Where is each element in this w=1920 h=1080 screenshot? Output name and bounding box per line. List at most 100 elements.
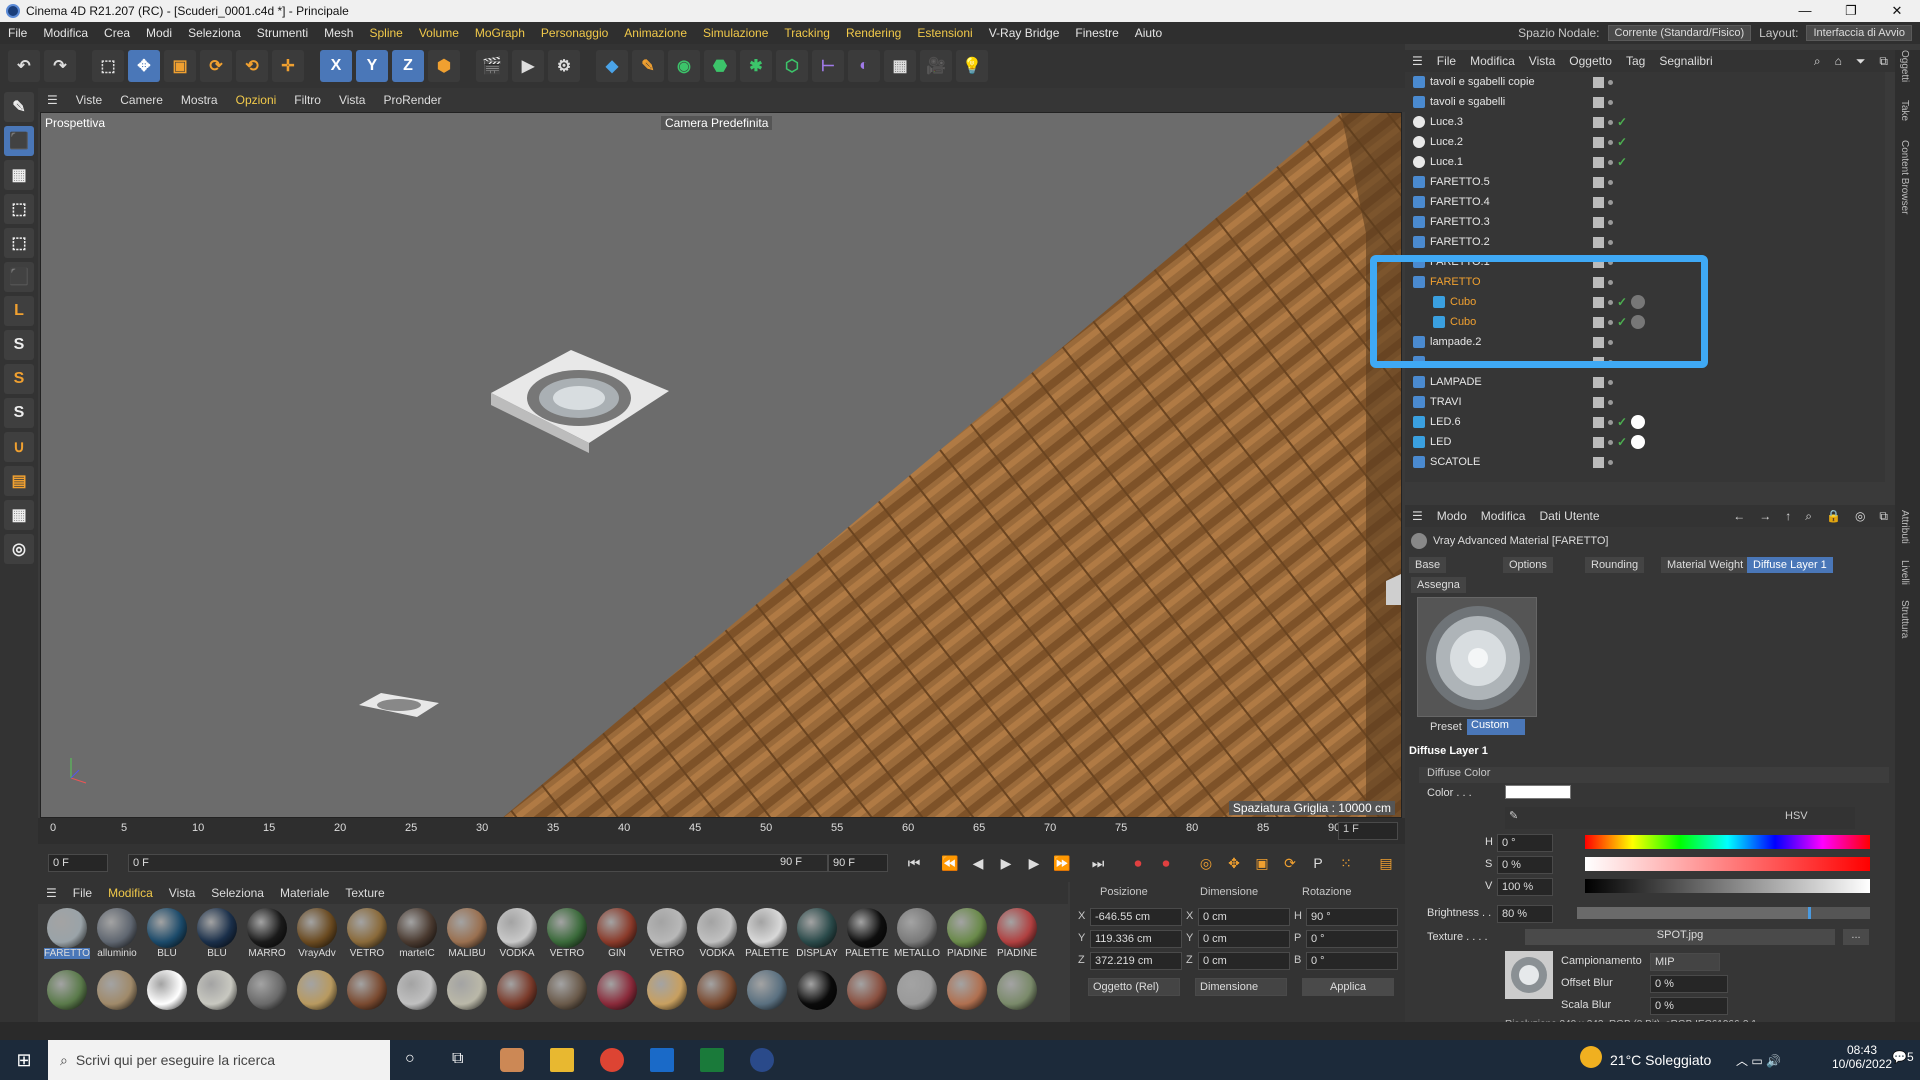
brightness-slider[interactable] xyxy=(1577,907,1870,919)
object-menu-segnalibri[interactable]: Segnalibri xyxy=(1652,54,1719,68)
taskbar-search-box[interactable]: ⌕ Scrivi qui per eseguire la ricerca xyxy=(48,1040,390,1080)
material-swatch[interactable] xyxy=(844,970,890,1026)
new-window-icon[interactable]: ⧉ xyxy=(1872,509,1895,524)
layer-icon[interactable] xyxy=(1593,136,1604,148)
extrude-icon[interactable]: ⬣ xyxy=(704,50,736,82)
filter-icon[interactable]: ⏷ xyxy=(1849,54,1873,69)
menu-modifica[interactable]: Modifica xyxy=(35,26,96,40)
object-row[interactable]: LAMPADE xyxy=(1405,372,1885,392)
attribute-menu-dati-utente[interactable]: Dati Utente xyxy=(1532,509,1606,523)
coordinate-system-icon[interactable]: ⬢ xyxy=(428,50,460,82)
previous-frame-icon[interactable]: ◀ xyxy=(968,853,988,873)
solo-off-icon[interactable]: S xyxy=(4,398,34,428)
value-slider[interactable] xyxy=(1585,879,1870,893)
material-swatch[interactable]: MARRO xyxy=(244,908,290,964)
viewport-menu-viste[interactable]: Viste xyxy=(67,93,111,107)
menu-estensioni[interactable]: Estensioni xyxy=(909,26,980,40)
material-swatch[interactable] xyxy=(594,970,640,1026)
layer-icon[interactable] xyxy=(1593,96,1604,108)
diffuse-color-group[interactable]: Diffuse Color xyxy=(1419,767,1889,783)
material-swatch[interactable] xyxy=(994,970,1040,1026)
tab-base[interactable]: Base xyxy=(1409,557,1447,573)
subdivision-icon[interactable]: ◉ xyxy=(668,50,700,82)
menu-simulazione[interactable]: Simulazione xyxy=(695,26,776,40)
light-icon[interactable]: 💡 xyxy=(956,50,988,82)
enabled-check-icon[interactable]: ✓ xyxy=(1617,135,1627,149)
object-row[interactable]: TRAVI xyxy=(1405,392,1885,412)
h-field[interactable]: 0 ° xyxy=(1497,834,1553,852)
add-tool-icon[interactable]: ✛ xyxy=(272,50,304,82)
next-frame-icon[interactable]: ▶ xyxy=(1024,853,1044,873)
layer-icon[interactable] xyxy=(1593,396,1604,408)
field-icon[interactable]: ⊢ xyxy=(812,50,844,82)
material-swatch[interactable]: marteIC xyxy=(394,908,440,964)
material-swatch[interactable]: DISPLAY xyxy=(794,908,840,964)
chrome-icon[interactable] xyxy=(600,1048,624,1072)
minimize-button[interactable]: — xyxy=(1782,0,1828,22)
attribute-menu-modo[interactable]: Modo xyxy=(1430,509,1474,523)
object-row[interactable]: SCATOLE xyxy=(1405,452,1885,472)
material-swatch[interactable]: VETRO xyxy=(544,908,590,964)
object-menu-icon[interactable]: ☰ xyxy=(1405,54,1430,68)
material-swatch[interactable] xyxy=(444,970,490,1026)
object-row[interactable]: FARETTO.4 xyxy=(1405,192,1885,212)
undo-icon[interactable]: ↶ xyxy=(8,50,40,82)
material-swatch[interactable] xyxy=(544,970,590,1026)
side-tab-content-browser[interactable]: Content Browser xyxy=(1899,140,1910,214)
visibility-dot[interactable] xyxy=(1608,419,1613,425)
texture-file-button[interactable]: SPOT.jpg xyxy=(1525,929,1835,945)
viewport-menu-mostra[interactable]: Mostra xyxy=(172,93,227,107)
object-row[interactable]: FARETTO.5 xyxy=(1405,172,1885,192)
layer-icon[interactable] xyxy=(1593,456,1604,468)
material-swatch[interactable]: PIADINE xyxy=(944,908,990,964)
cube-icon[interactable]: ◆ xyxy=(596,50,628,82)
material-menu-texture[interactable]: Texture xyxy=(337,886,392,900)
object-row[interactable]: tavoli e sgabelli xyxy=(1405,92,1885,112)
object-row[interactable]: LED.6 ✓ xyxy=(1405,412,1885,432)
object-menu-oggetto[interactable]: Oggetto xyxy=(1562,54,1619,68)
object-menu-file[interactable]: File xyxy=(1430,54,1463,68)
visibility-dot[interactable] xyxy=(1608,159,1613,165)
menu-mesh[interactable]: Mesh xyxy=(316,26,361,40)
material-swatch[interactable]: FARETTO xyxy=(44,908,90,964)
position-field[interactable]: -646.55 cm xyxy=(1090,908,1182,926)
target-icon[interactable]: ◎ xyxy=(1848,509,1872,523)
cortana-icon[interactable]: ○ xyxy=(405,1050,415,1068)
app-icon-1[interactable] xyxy=(500,1048,524,1072)
scale-blur-field[interactable]: 0 % xyxy=(1650,997,1728,1015)
frame-range-slider[interactable]: 0 F xyxy=(128,854,828,872)
visibility-dot[interactable] xyxy=(1608,99,1613,105)
material-swatch[interactable] xyxy=(94,970,140,1026)
material-swatch[interactable]: PIADINE xyxy=(994,908,1040,964)
back-arrow-icon[interactable]: ← xyxy=(1726,509,1752,523)
camera-icon[interactable]: 🎥 xyxy=(920,50,952,82)
brightness-field[interactable]: 80 % xyxy=(1497,905,1553,923)
material-swatch[interactable] xyxy=(394,970,440,1026)
home-icon[interactable]: ⌂ xyxy=(1828,54,1849,68)
assign-tab[interactable]: Assegna xyxy=(1411,577,1466,593)
coordinate-mode-dropdown[interactable]: Oggetto (Rel) xyxy=(1088,978,1180,996)
file-explorer-icon[interactable] xyxy=(550,1048,574,1072)
visibility-dot[interactable] xyxy=(1608,79,1613,85)
attribute-menu-modifica[interactable]: Modifica xyxy=(1474,509,1533,523)
key-rotation-icon[interactable]: ⟳ xyxy=(1280,853,1300,873)
material-menu-materiale[interactable]: Materiale xyxy=(272,886,337,900)
excel-icon[interactable] xyxy=(700,1048,724,1072)
record-icon[interactable]: ⏺ xyxy=(1128,853,1148,873)
solo-icon[interactable]: S xyxy=(4,330,34,360)
menu-finestre[interactable]: Finestre xyxy=(1067,26,1126,40)
search-icon[interactable]: ⌕ xyxy=(1798,509,1819,524)
frame-end-field[interactable]: 1 F xyxy=(1338,822,1398,840)
sampling-dropdown[interactable]: MIP xyxy=(1650,953,1720,971)
y-axis-button[interactable]: Y xyxy=(356,50,388,82)
size-field[interactable]: 0 cm xyxy=(1198,930,1290,948)
key-scale-icon[interactable]: ▣ xyxy=(1252,853,1272,873)
close-button[interactable]: ✕ xyxy=(1874,0,1920,22)
visibility-dot[interactable] xyxy=(1608,379,1613,385)
live-selection-icon[interactable]: ⬚ xyxy=(92,50,124,82)
object-row[interactable]: FARETTO.2 xyxy=(1405,232,1885,252)
material-swatch[interactable] xyxy=(894,970,940,1026)
cinema4d-taskbar-icon[interactable] xyxy=(750,1048,774,1072)
material-swatch[interactable]: VETRO xyxy=(644,908,690,964)
material-menu-modifica[interactable]: Modifica xyxy=(100,886,161,900)
